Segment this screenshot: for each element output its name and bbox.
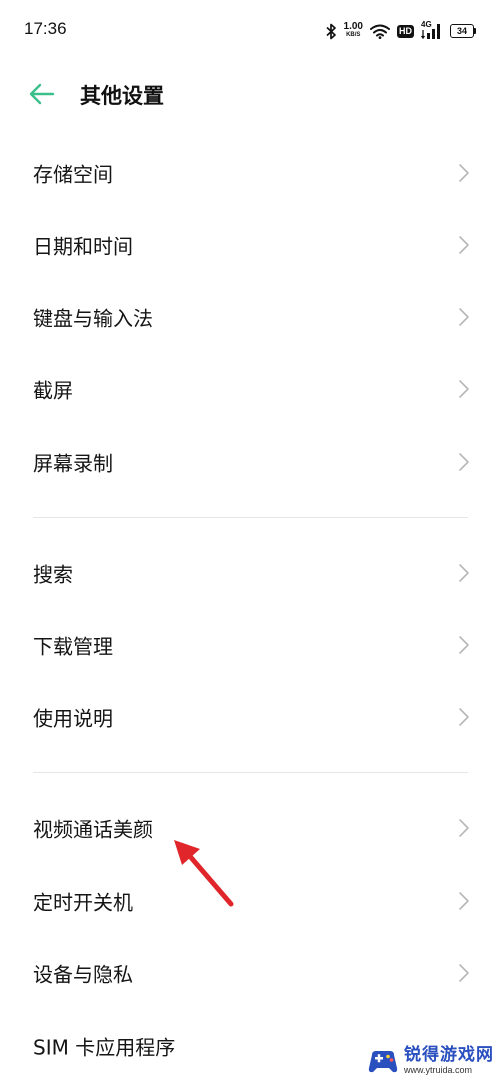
status-bar: 17:36 1.00 KB/S HD 4G 34 [0,0,500,60]
network-speed-unit: KB/S [346,32,361,38]
list-item-screen-recording[interactable]: 屏幕录制 [0,426,500,498]
chevron-right-icon [459,308,469,326]
wifi-icon [370,24,390,39]
list-item-label: 屏幕录制 [33,451,113,476]
network-speed-value: 1.00 [343,21,363,32]
chevron-right-icon [459,708,469,726]
status-icons: 1.00 KB/S HD 4G 34 [325,20,476,42]
chevron-right-icon [459,819,469,837]
chevron-right-icon [459,964,469,982]
watermark-url: www.ytruida.com [404,1065,473,1075]
chevron-right-icon [459,892,469,910]
list-item-label: SIM 卡应用程序 [33,1035,176,1060]
watermark: 锐得游戏网 www.ytruida.com [366,1044,494,1078]
chevron-right-icon [459,236,469,254]
chevron-right-icon [459,564,469,582]
list-item-label: 视频通话美颜 [33,817,153,842]
chevron-right-icon [459,380,469,398]
section-divider [33,772,468,773]
chevron-right-icon [459,453,469,471]
chevron-right-icon [459,636,469,654]
hd-badge: HD [397,24,414,38]
list-item-date-time[interactable]: 日期和时间 [0,209,500,281]
back-button[interactable] [28,81,56,107]
section-divider [33,517,468,518]
list-item-download-manager[interactable]: 下载管理 [0,609,500,681]
gamepad-logo-icon [368,1051,398,1073]
watermark-text: 锐得游戏网 www.ytruida.com [404,1047,494,1075]
list-item-label: 键盘与输入法 [33,306,153,331]
list-item-storage[interactable]: 存储空间 [0,137,500,209]
battery-icon: 34 [450,24,476,38]
page-title: 其他设置 [80,84,164,108]
list-item-label: 设备与隐私 [33,962,133,987]
list-item-label: 存储空间 [33,162,113,187]
list-item-keyboard-input[interactable]: 键盘与输入法 [0,281,500,353]
bluetooth-icon [325,23,336,39]
cellular-signal-icon: 4G [421,20,443,40]
list-item-search[interactable]: 搜索 [0,537,500,609]
battery-level: 34 [450,24,474,38]
list-item-scheduled-power[interactable]: 定时开关机 [0,865,500,937]
watermark-name: 锐得游戏网 [404,1045,494,1065]
network-speed: 1.00 KB/S [344,22,363,40]
list-item-label: 定时开关机 [33,890,133,915]
status-time: 17:36 [24,19,67,38]
list-item-label: 截屏 [33,378,73,403]
battery-tip [474,28,476,34]
chevron-right-icon [459,164,469,182]
list-item-label: 搜索 [33,562,73,587]
list-item-video-call-beauty[interactable]: 视频通话美颜 [0,792,500,864]
list-item-user-guide[interactable]: 使用说明 [0,681,500,753]
list-item-label: 使用说明 [33,706,113,731]
list-item-screenshot[interactable]: 截屏 [0,353,500,425]
app-header: 其他设置 [0,68,500,120]
list-item-label: 下载管理 [33,634,113,659]
list-item-label: 日期和时间 [33,234,133,259]
list-item-device-privacy[interactable]: 设备与隐私 [0,937,500,1009]
back-arrow-icon [29,83,55,105]
